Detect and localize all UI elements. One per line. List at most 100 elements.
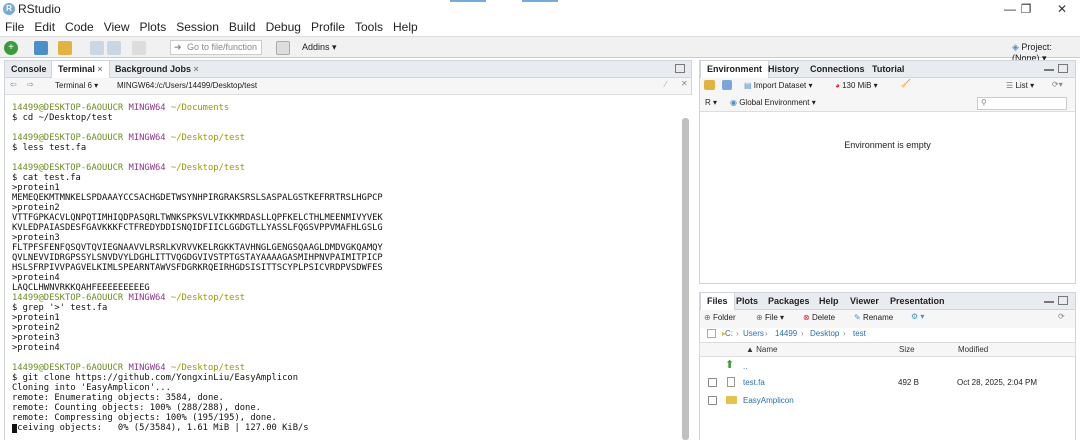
row-checkbox[interactable]: [708, 396, 717, 405]
prompt-env: MINGW64: [128, 293, 166, 303]
maximize-pane-icon[interactable]: [1058, 296, 1068, 305]
row-checkbox[interactable]: [708, 378, 717, 387]
goto-file-input[interactable]: ➜ Go to file/function: [170, 40, 262, 55]
tab-tutorial[interactable]: Tutorial: [866, 61, 910, 78]
file-size: 492 B: [898, 378, 919, 387]
delete-label: Delete: [811, 313, 836, 322]
menu-view[interactable]: View: [99, 18, 135, 36]
prompt-env: MINGW64: [128, 133, 166, 143]
menu-debug[interactable]: Debug: [261, 18, 306, 36]
breadcrumb-c[interactable]: C:: [725, 329, 733, 338]
tab-terminal[interactable]: Terminal ×: [51, 61, 110, 78]
folder-icon: [726, 396, 737, 404]
close-terminal-icon[interactable]: ✕: [681, 79, 688, 88]
import-dataset-label: Import Dataset: [753, 81, 807, 90]
breadcrumb-desktop[interactable]: Desktop: [810, 329, 839, 338]
forward-arrow-icon[interactable]: ⇨: [27, 80, 34, 89]
terminal-prompt: 14499@DESKTOP-6AOUUCR MINGW64 ~/Desktop/…: [12, 363, 245, 373]
tab-environment[interactable]: Environment: [700, 61, 770, 78]
print-icon[interactable]: [132, 41, 146, 55]
project-icon: ◈: [1012, 42, 1022, 52]
menu-plots[interactable]: Plots: [135, 18, 172, 36]
delete-button[interactable]: ⊗ Delete: [803, 313, 835, 322]
rename-button[interactable]: ✎ Rename: [854, 313, 893, 322]
breadcrumb-test[interactable]: test: [853, 329, 866, 338]
maximize-button[interactable]: ❐: [1010, 0, 1042, 18]
back-arrow-icon[interactable]: ⇦: [10, 80, 17, 89]
menu-profile[interactable]: Profile: [306, 18, 350, 36]
file-row[interactable]: test.fa 492 B Oct 28, 2025, 2:04 PM: [700, 376, 1075, 393]
scope-select[interactable]: ◉ Global Environment ▾: [730, 98, 816, 107]
memory-usage[interactable]: ◕ 130 MiB ▾: [835, 81, 878, 90]
file-row-parent[interactable]: ⬆ ..: [700, 358, 1075, 375]
maximize-pane-icon[interactable]: [675, 64, 685, 73]
clear-broom-icon[interactable]: ⁄: [665, 80, 666, 89]
close-icon[interactable]: ×: [194, 64, 199, 74]
terminal-prompt: 14499@DESKTOP-6AOUUCR MINGW64 ~/Desktop/…: [12, 163, 245, 173]
terminal-line: $ git clone https://github.com/YongxinLi…: [12, 373, 298, 383]
tab-background-jobs[interactable]: Background Jobs ×: [109, 61, 205, 78]
refresh-icon[interactable]: ⟳: [1058, 312, 1065, 321]
file-row[interactable]: EasyAmplicon: [700, 394, 1075, 411]
menu-file[interactable]: File: [0, 18, 29, 36]
terminal-line: >protein1: [12, 313, 60, 323]
search-icon: ⚲: [981, 98, 987, 107]
open-file-icon[interactable]: [58, 41, 72, 55]
select-all-checkbox[interactable]: [707, 329, 716, 338]
tab-plots[interactable]: Plots: [730, 293, 764, 310]
file-name[interactable]: test.fa: [743, 378, 765, 387]
menu-session[interactable]: Session: [171, 18, 224, 36]
breadcrumb-14499[interactable]: 14499: [775, 329, 797, 338]
new-file-icon[interactable]: +: [4, 41, 18, 55]
close-button[interactable]: ✕: [1046, 0, 1078, 18]
addins-menu[interactable]: Addins ▾: [302, 42, 337, 53]
terminal-output[interactable]: 14499@DESKTOP-6AOUUCR MINGW64 ~/Document…: [4, 95, 692, 440]
broom-icon[interactable]: 🧹: [901, 79, 911, 88]
save-all-icon[interactable]: [107, 41, 121, 55]
tab-console[interactable]: Console: [5, 61, 53, 78]
chevron-right-icon: ›: [736, 329, 739, 338]
close-icon[interactable]: ×: [97, 64, 102, 74]
list-icon: ☰: [1006, 81, 1016, 90]
env-pane-tabbar: Environment History Connections Tutorial: [699, 60, 1076, 78]
breadcrumb-users[interactable]: Users: [743, 329, 764, 338]
refresh-icon[interactable]: ⟳▾: [1052, 80, 1063, 89]
maximize-pane-icon[interactable]: [1058, 64, 1068, 73]
view-list-menu[interactable]: ☰ List ▾: [1006, 81, 1034, 90]
more-gear-icon[interactable]: ⚙ ▾: [911, 312, 924, 321]
load-workspace-icon[interactable]: [704, 80, 715, 90]
tab-viewer[interactable]: Viewer: [844, 293, 885, 310]
window-title: RStudio: [18, 2, 61, 16]
menu-edit[interactable]: Edit: [29, 18, 60, 36]
col-size-header[interactable]: Size: [899, 345, 915, 354]
menu-tools[interactable]: Tools: [350, 18, 388, 36]
import-dataset-menu[interactable]: ▤ Import Dataset ▾: [744, 81, 813, 90]
menu-code[interactable]: Code: [60, 18, 99, 36]
tab-help[interactable]: Help: [813, 293, 845, 310]
file-name[interactable]: ..: [743, 362, 747, 371]
menu-build[interactable]: Build: [224, 18, 261, 36]
terminal-selector[interactable]: Terminal 6 ▾: [55, 81, 98, 90]
minimize-pane-icon[interactable]: [1044, 301, 1054, 303]
env-search-input[interactable]: ⚲: [977, 97, 1067, 110]
col-name-header[interactable]: ▲ Name: [746, 345, 777, 354]
terminal-line: VTTFGPKACVLQNPQTIMHIQDPASQRLTWNKSPKSVLVI…: [12, 213, 383, 223]
file-name[interactable]: EasyAmplicon: [743, 396, 794, 405]
minimize-pane-icon[interactable]: [1044, 69, 1054, 71]
tab-history[interactable]: History: [762, 61, 805, 78]
new-folder-button[interactable]: ⊕ Folder: [704, 313, 736, 322]
terminal-scrollbar[interactable]: [682, 118, 689, 440]
col-modified-header[interactable]: Modified: [958, 345, 988, 354]
tab-presentation[interactable]: Presentation: [884, 293, 951, 310]
save-workspace-icon[interactable]: [722, 80, 732, 90]
terminal-toolbar: ⇦ ⇨ Terminal 6 ▾ MINGW64:/c/Users/14499/…: [4, 78, 692, 95]
grid-layout-icon[interactable]: [276, 41, 290, 55]
terminal-line: >protein1: [12, 183, 60, 193]
menu-help[interactable]: Help: [388, 18, 423, 36]
new-project-icon[interactable]: [34, 41, 48, 55]
tab-packages[interactable]: Packages: [762, 293, 816, 310]
tab-connections[interactable]: Connections: [804, 61, 871, 78]
save-icon[interactable]: [90, 41, 104, 55]
language-select[interactable]: R ▾: [705, 98, 717, 107]
new-file-button[interactable]: ⊕ File ▾: [756, 313, 784, 322]
